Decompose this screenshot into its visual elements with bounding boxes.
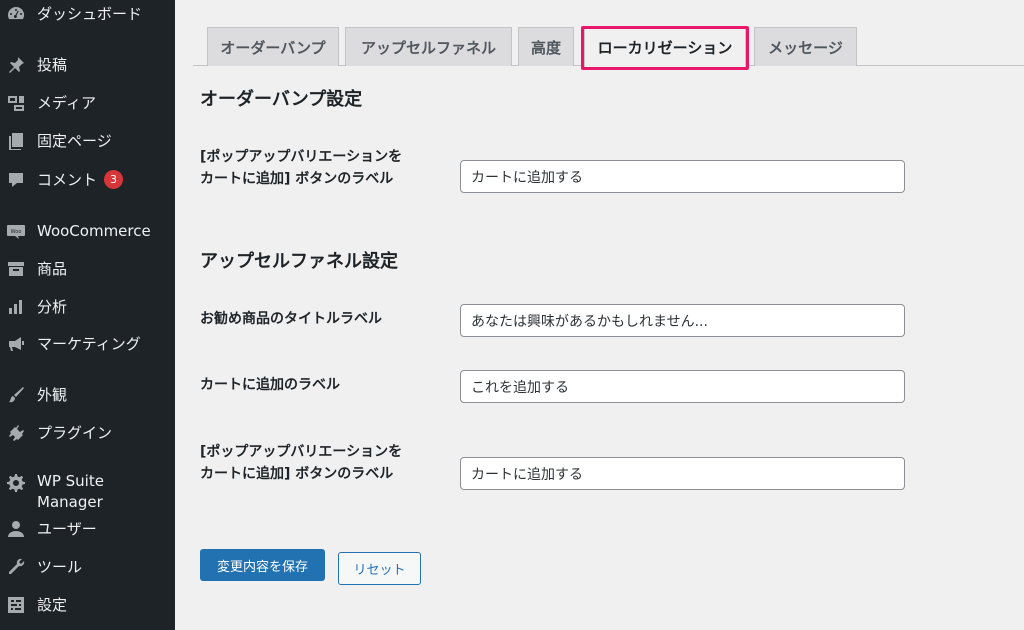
wrench-icon: [6, 557, 26, 577]
sidebar-item-label: 設定: [37, 595, 68, 614]
archive-icon: [6, 259, 26, 279]
woo-icon: Woo: [6, 221, 26, 241]
comment-icon: [6, 170, 26, 190]
pin-icon: [6, 55, 26, 75]
order-bump-popup-variation-input[interactable]: [460, 160, 905, 193]
add-to-cart-label-label: カートに追加のラベル: [200, 377, 340, 393]
sidebar-item-label: プラグイン: [37, 423, 113, 442]
save-changes-button[interactable]: 変更内容を保存: [200, 549, 325, 581]
sidebar-item-label: ツール: [37, 557, 83, 576]
order-bump-settings-title: オーダーバンプ設定: [200, 89, 363, 110]
gear-icon: [6, 473, 26, 493]
sidebar-item-label: 商品: [37, 259, 68, 278]
sidebar-item-label: 分析: [37, 297, 68, 316]
settings-icon: [6, 595, 26, 615]
plug-icon: [6, 423, 26, 443]
comment-count-badge: 3: [104, 169, 124, 189]
order-bump-popup-variation-label: [ポップアップバリエーションをカートに追加] ボタンのラベル: [200, 149, 403, 187]
sidebar-item-label: ダッシュボード: [37, 4, 143, 23]
sidebar-item-label: マーケティング: [37, 334, 141, 353]
sidebar-item-label: WP Suite Manager: [37, 472, 104, 511]
sidebar-item-label: コメント 3: [37, 169, 124, 191]
bar-chart-icon: [6, 297, 26, 317]
upsell-popup-variation-input[interactable]: [460, 457, 905, 490]
recommended-product-title-label: お勧め商品のタイトルラベル: [200, 311, 382, 327]
sidebar-item-label: メディア: [37, 93, 96, 112]
admin-sidebar: ダッシュボード 投稿 メディア 固定ページ コメント 3 Woo WooComme…: [0, 0, 175, 630]
dashboard-icon: [6, 4, 26, 24]
sidebar-item-label: ユーザー: [37, 519, 97, 538]
sidebar-item-label: 固定ページ: [37, 131, 112, 150]
upsell-funnel-settings-title: アップセルファネル設定: [200, 251, 398, 272]
sidebar-item-label: 外観: [37, 385, 68, 404]
reset-button[interactable]: リセット: [338, 552, 421, 585]
brush-icon: [6, 385, 26, 405]
svg-text:Woo: Woo: [11, 229, 22, 235]
sidebar-item-label: 投稿: [37, 55, 68, 74]
tab-advanced[interactable]: 高度: [518, 27, 574, 66]
sidebar-item-label: WooCommerce: [37, 221, 151, 240]
user-icon: [6, 519, 26, 539]
tab-messages[interactable]: メッセージ: [754, 27, 857, 66]
add-to-cart-label-input[interactable]: [460, 370, 905, 403]
upsell-popup-variation-label: [ポップアップバリエーションをカートに追加] ボタンのラベル: [200, 444, 403, 482]
tab-upsell-funnel[interactable]: アップセルファネル: [345, 27, 512, 66]
comments-label-text: コメント: [37, 170, 98, 189]
recommended-product-title-input[interactable]: [460, 304, 905, 337]
tab-localization[interactable]: ローカリゼーション: [584, 27, 746, 67]
megaphone-icon: [6, 334, 26, 354]
page-icon: [6, 131, 26, 151]
tab-order-bump[interactable]: オーダーバンプ: [207, 27, 339, 66]
media-icon: [6, 93, 26, 113]
